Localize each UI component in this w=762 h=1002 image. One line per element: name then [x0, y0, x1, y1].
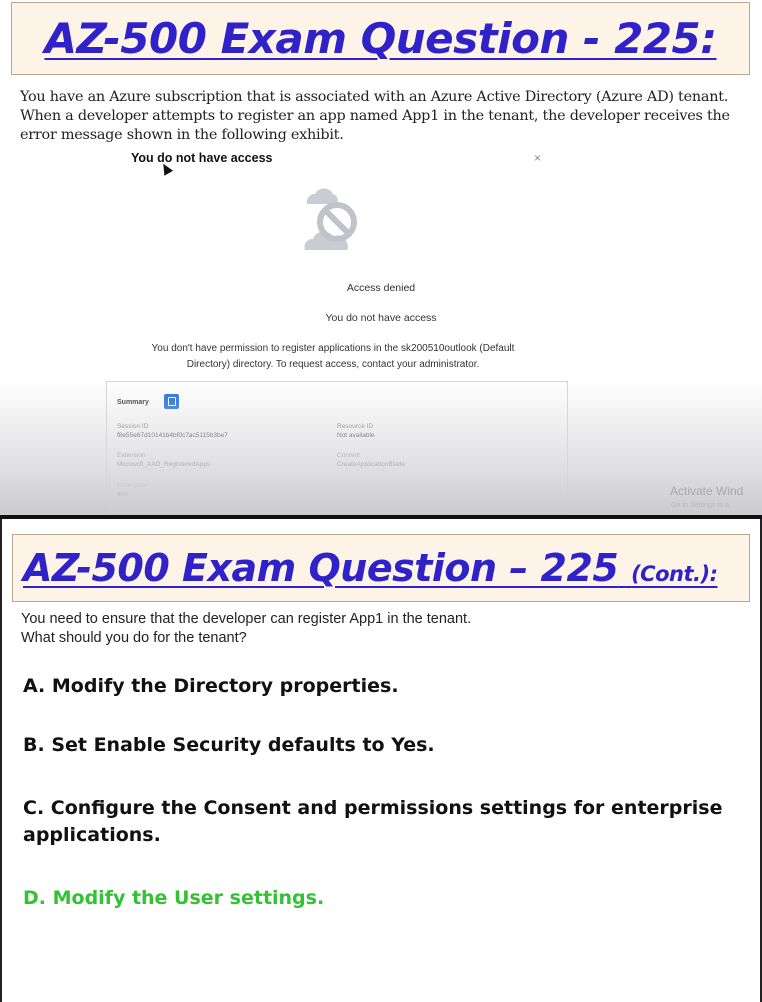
question-line: You have an Azure subscription that is a…	[20, 89, 729, 105]
access-denied-heading: Access denied	[346, 282, 416, 294]
slide-title: AZ-500 Exam Question – 225 (Cont.):	[23, 546, 718, 590]
field-value: CreateApplicationBlade	[337, 461, 405, 468]
option-d-correct: D. Modify the User settings.	[23, 887, 325, 909]
slide-2: AZ-500 Exam Question – 225 (Cont.): You …	[0, 519, 762, 1002]
field-label: Session ID	[117, 423, 149, 430]
field-label: Extension	[117, 452, 146, 459]
close-icon[interactable]: ×	[534, 151, 541, 165]
title-banner: AZ-500 Exam Question – 225 (Cont.):	[12, 534, 750, 602]
question-line: What should you do for the tenant?	[21, 630, 247, 646]
field-label: Resource ID	[337, 423, 374, 430]
cloud-blocked-icon	[304, 188, 357, 250]
question-line: error message shown in the following exh…	[20, 127, 344, 143]
session-id-field: Session ID f8e55e67d10141b4bf0c7ac5115b3…	[117, 422, 228, 440]
option-a: A. Modify the Directory properties.	[23, 675, 399, 697]
field-value: Not available	[337, 432, 375, 439]
field-value: f8e55e67d10141b4bf0c7ac5115b3be7	[117, 432, 228, 439]
slide-title-main: AZ-500 Exam Question – 225	[23, 546, 619, 590]
question-line: When a developer attempts to register an…	[20, 108, 730, 124]
option-c-continued: applications.	[23, 824, 161, 846]
slide-title: AZ-500 Exam Question - 225:	[44, 14, 717, 63]
slide-title-suffix: (Cont.):	[631, 562, 718, 586]
exhibit-title: You do not have access	[131, 151, 273, 165]
copy-icon[interactable]	[164, 394, 179, 409]
question-text: You need to ensure that the developer ca…	[21, 610, 471, 648]
activate-windows-subtext: Go to Settings to a	[671, 502, 729, 509]
resource-id-field: Resource ID Not available	[337, 422, 375, 440]
description-line: You don't have permission to register ap…	[151, 343, 515, 354]
slide-1: AZ-500 Exam Question - 225: You have an …	[0, 0, 762, 515]
field-label: Content	[337, 452, 360, 459]
summary-panel: Summary Session ID f8e55e67d10141b4bf0c7…	[106, 381, 568, 515]
summary-label: Summary	[117, 399, 149, 406]
title-banner: AZ-500 Exam Question - 225:	[11, 2, 750, 75]
field-value: Microsoft_AAD_RegisteredApps	[117, 461, 211, 468]
access-denied-subheading: You do not have access	[325, 312, 437, 324]
field-value: 403	[117, 491, 128, 498]
error-code-field: Error code 403	[117, 481, 147, 499]
question-text: You have an Azure subscription that is a…	[20, 88, 750, 145]
option-c: C. Configure the Consent and permissions…	[23, 797, 723, 819]
error-exhibit: You do not have access × Access denied Y…	[0, 148, 762, 515]
question-line: You need to ensure that the developer ca…	[21, 611, 472, 627]
extension-field: Extension Microsoft_AAD_RegisteredApps	[117, 451, 210, 469]
activate-windows-watermark: Activate Wind	[670, 484, 744, 498]
option-b: B. Set Enable Security defaults to Yes.	[23, 734, 435, 756]
content-field: Content CreateApplicationBlade	[337, 451, 405, 469]
description-line: Directory) directory. To request access,…	[186, 359, 480, 370]
field-label: Error code	[117, 482, 148, 489]
access-denied-description: You don't have permission to register ap…	[118, 341, 548, 373]
